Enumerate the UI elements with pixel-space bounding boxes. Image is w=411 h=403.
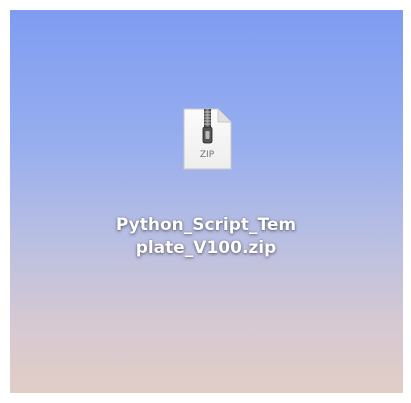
file-name-line-2: plate_V100.zip (135, 238, 277, 258)
desktop-file-zip[interactable]: ZIP Python_Script_Tem plate_V100.zip (86, 108, 326, 278)
zip-archive-icon (183, 108, 232, 170)
file-name-line-1: Python_Script_Tem (115, 215, 297, 235)
file-name-label[interactable]: Python_Script_Tem plate_V100.zip (86, 214, 326, 260)
zip-badge-label: ZIP (199, 150, 215, 160)
desktop: ZIP Python_Script_Tem plate_V100.zip (10, 10, 403, 393)
